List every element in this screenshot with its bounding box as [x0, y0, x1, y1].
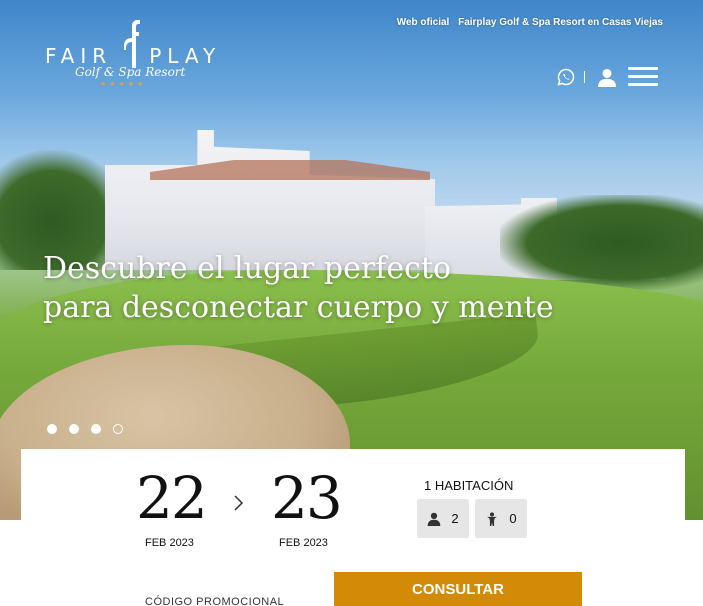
- header-actions: [557, 67, 658, 87]
- hero-headline-line2: para desconectar cuerpo y mente: [43, 290, 554, 325]
- hero-banner: Web oficial Fairplay Golf & Spa Resort e…: [0, 0, 703, 520]
- official-site-prefix: Web oficial: [396, 17, 450, 28]
- logo-subtitle: Golf & Spa Resort: [75, 65, 186, 79]
- slider-dots: [47, 424, 135, 434]
- whatsapp-icon[interactable]: [557, 68, 575, 86]
- slider-dot-2[interactable]: [69, 424, 79, 434]
- menu-icon[interactable]: [628, 67, 658, 87]
- checkin-month[interactable]: FEB 2023: [145, 537, 194, 549]
- header-divider: [584, 71, 585, 83]
- checkin-day[interactable]: 22: [136, 467, 208, 529]
- checkout-day[interactable]: 23: [271, 467, 343, 529]
- promo-code-field[interactable]: CÓDIGO PROMOCIONAL: [145, 596, 284, 606]
- children-count: 0: [509, 511, 517, 526]
- background-hotel-roof: [150, 160, 430, 180]
- slider-dot-3[interactable]: [91, 424, 101, 434]
- adults-counter[interactable]: 2: [417, 499, 469, 538]
- slider-dot-4-active[interactable]: [113, 424, 123, 434]
- rooms-label[interactable]: 1 HABITACIÓN: [424, 478, 513, 493]
- checkout-month[interactable]: FEB 2023: [279, 537, 328, 549]
- official-site-text: Fairplay Golf & Spa Resort en Casas Viej…: [458, 17, 663, 28]
- child-icon: [487, 511, 498, 526]
- logo-stars: ★★★★★: [100, 81, 147, 88]
- booking-widget: 22 FEB 2023 23 FEB 2023 1 HABITACIÓN 2 0…: [21, 449, 685, 606]
- adults-count: 2: [451, 511, 459, 526]
- hero-headline: Descubre el lugar perfecto para desconec…: [43, 249, 643, 327]
- slider-dot-1[interactable]: [47, 424, 57, 434]
- children-counter[interactable]: 0: [475, 499, 527, 538]
- adult-icon: [428, 512, 441, 526]
- user-icon[interactable]: [598, 68, 616, 87]
- consult-button[interactable]: CONSULTAR: [334, 572, 582, 606]
- chevron-right-icon: [234, 495, 244, 511]
- official-site-note: Web oficial Fairplay Golf & Spa Resort e…: [397, 17, 663, 28]
- hero-headline-line1: Descubre el lugar perfecto: [43, 251, 452, 286]
